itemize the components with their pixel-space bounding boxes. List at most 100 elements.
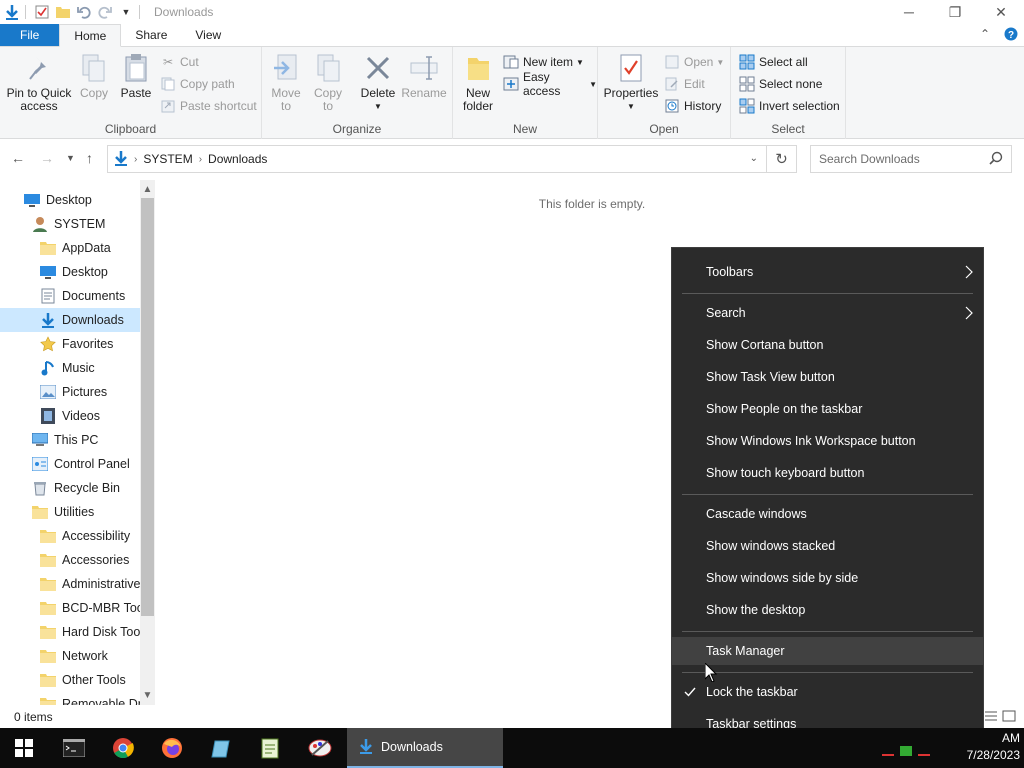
delete-button[interactable]: Delete ▼ xyxy=(358,51,398,113)
paste-shortcut-button[interactable]: Paste shortcut xyxy=(160,96,257,116)
undo-icon[interactable] xyxy=(75,3,93,21)
select-all-button[interactable]: Select all xyxy=(739,52,808,72)
nav-item-utilities[interactable]: Utilities xyxy=(0,500,140,524)
scrollbar-thumb[interactable] xyxy=(141,198,154,616)
cut-button[interactable]: ✂ Cut xyxy=(160,52,199,72)
nav-item-other-tools[interactable]: Other Tools xyxy=(0,668,140,692)
firefox-icon[interactable] xyxy=(148,728,196,768)
tab-home[interactable]: Home xyxy=(59,24,122,47)
nav-item-removable-dri[interactable]: Removable Dri xyxy=(0,692,145,705)
breadcrumb-chevron-icon[interactable]: › xyxy=(199,154,202,165)
tray-icon[interactable] xyxy=(882,746,894,756)
redo-icon[interactable] xyxy=(96,3,114,21)
select-none-button[interactable]: Select none xyxy=(739,74,822,94)
nav-item-system[interactable]: SYSTEM xyxy=(0,212,140,236)
tray-icon[interactable] xyxy=(918,746,930,756)
tab-share[interactable]: Share xyxy=(121,24,181,46)
address-bar[interactable]: › SYSTEM › Downloads ⌄ xyxy=(107,145,767,173)
taskbar-downloads-window[interactable]: Downloads xyxy=(347,728,503,768)
menu-item-show-windows-ink-workspace-button[interactable]: Show Windows Ink Workspace button xyxy=(672,427,983,455)
close-button[interactable]: ✕ xyxy=(978,0,1024,24)
nav-item-bcd-mbr-tool[interactable]: BCD-MBR Tool xyxy=(0,596,147,620)
large-icons-view-icon[interactable] xyxy=(1002,710,1016,725)
history-button[interactable]: History xyxy=(664,96,721,116)
tab-file[interactable]: File xyxy=(0,24,60,46)
nav-item-pictures[interactable]: Pictures xyxy=(0,380,140,404)
nav-item-accessibility[interactable]: Accessibility xyxy=(0,524,140,548)
nav-item-this-pc[interactable]: This PC xyxy=(0,428,140,452)
notepad-icon[interactable] xyxy=(246,728,294,768)
move-to-button[interactable]: Move to xyxy=(268,51,304,113)
menu-item-show-cortana-button[interactable]: Show Cortana button xyxy=(672,331,983,359)
maximize-button[interactable]: ❐ xyxy=(932,0,978,24)
tab-view[interactable]: View xyxy=(181,24,235,46)
menu-item-cascade-windows[interactable]: Cascade windows xyxy=(672,500,983,528)
paint-tool-icon[interactable] xyxy=(296,728,344,768)
nav-item-hard-disk-tools[interactable]: Hard Disk Tools xyxy=(0,620,149,644)
menu-item-show-people-on-the-taskbar[interactable]: Show People on the taskbar xyxy=(672,395,983,423)
menu-item-show-touch-keyboard-button[interactable]: Show touch keyboard button xyxy=(672,459,983,487)
breadcrumb-chevron-icon[interactable]: › xyxy=(134,154,137,165)
new-folder-button[interactable]: New folder xyxy=(459,51,497,113)
address-dropdown-icon[interactable]: ⌄ xyxy=(750,153,758,164)
search-input[interactable]: Search Downloads xyxy=(810,145,1012,173)
back-arrow-icon[interactable]: ← xyxy=(11,150,25,166)
nav-item-music[interactable]: Music xyxy=(0,356,140,380)
minimize-button[interactable]: ─ xyxy=(886,0,932,24)
nav-item-recycle-bin[interactable]: Recycle Bin xyxy=(0,476,140,500)
up-arrow-icon[interactable]: ↑ xyxy=(86,150,93,166)
pin-to-quick-access-button[interactable]: Pin to Quick access xyxy=(6,51,72,113)
copy-to-button[interactable]: Copy to xyxy=(310,51,346,113)
properties-button[interactable]: Properties ▼ xyxy=(604,51,658,113)
command-prompt-icon[interactable] xyxy=(50,728,98,768)
nav-item-appdata[interactable]: AppData xyxy=(0,236,140,260)
open-button[interactable]: Open ▼ xyxy=(664,52,724,72)
nav-item-documents[interactable]: Documents xyxy=(0,284,140,308)
disk-tool-icon[interactable] xyxy=(197,728,245,768)
menu-item-search[interactable]: Search xyxy=(672,299,983,327)
nav-item-downloads[interactable]: Downloads xyxy=(0,308,140,332)
menu-item-show-windows-stacked[interactable]: Show windows stacked xyxy=(672,532,983,560)
nav-item-accessories[interactable]: Accessories xyxy=(0,548,140,572)
help-icon[interactable]: ? xyxy=(1004,27,1018,44)
nav-item-desktop[interactable]: Desktop xyxy=(0,260,140,284)
new-folder-icon[interactable] xyxy=(54,3,72,21)
start-button[interactable] xyxy=(0,728,48,768)
refresh-button[interactable]: ↻ xyxy=(767,145,797,173)
recent-locations-chevron-icon[interactable]: ▼ xyxy=(66,153,75,163)
edit-button[interactable]: Edit xyxy=(664,74,705,94)
menu-item-lock-the-taskbar[interactable]: Lock the taskbar xyxy=(672,678,983,706)
new-item-button[interactable]: New item ▼ xyxy=(503,52,584,72)
nav-pane-scrollbar[interactable]: ▲ ▼ xyxy=(140,180,155,705)
nav-item-label: Downloads xyxy=(62,313,124,327)
nav-item-desktop[interactable]: Desktop xyxy=(0,188,140,212)
properties-icon[interactable] xyxy=(33,3,51,21)
menu-item-show-the-desktop[interactable]: Show the desktop xyxy=(672,596,983,624)
collapse-ribbon-icon[interactable]: ⌃ xyxy=(980,27,990,44)
copy-button[interactable]: Copy xyxy=(76,51,112,100)
customize-toolbar-chevron-icon[interactable]: ▼ xyxy=(117,3,135,21)
breadcrumb-downloads[interactable]: Downloads xyxy=(208,152,267,166)
menu-item-task-manager[interactable]: Task Manager xyxy=(672,637,983,665)
nav-item-videos[interactable]: Videos xyxy=(0,404,140,428)
scroll-up-icon[interactable]: ▲ xyxy=(140,182,155,197)
nav-item-administrative[interactable]: Administrative xyxy=(0,572,141,596)
copy-path-button[interactable]: Copy path xyxy=(160,74,235,94)
menu-item-show-task-view-button[interactable]: Show Task View button xyxy=(672,363,983,391)
details-view-icon[interactable] xyxy=(984,710,998,725)
nav-item-favorites[interactable]: Favorites xyxy=(0,332,140,356)
taskbar-clock[interactable]: AM 7/28/2023 xyxy=(967,730,1020,764)
rename-button[interactable]: Rename xyxy=(401,51,447,100)
nav-item-control-panel[interactable]: Control Panel xyxy=(0,452,140,476)
breadcrumb-system[interactable]: SYSTEM xyxy=(143,152,192,166)
scroll-down-icon[interactable]: ▼ xyxy=(140,688,155,703)
forward-arrow-icon[interactable]: → xyxy=(40,150,54,166)
paste-button[interactable]: Paste xyxy=(118,51,154,100)
easy-access-button[interactable]: Easy access ▼ xyxy=(503,70,597,98)
tray-icon[interactable] xyxy=(900,746,912,756)
invert-selection-button[interactable]: Invert selection xyxy=(739,96,840,116)
menu-item-show-windows-side-by-side[interactable]: Show windows side by side xyxy=(672,564,983,592)
nav-item-network[interactable]: Network xyxy=(0,644,140,668)
chrome-icon[interactable] xyxy=(99,728,147,768)
menu-item-toolbars[interactable]: Toolbars xyxy=(672,258,983,286)
